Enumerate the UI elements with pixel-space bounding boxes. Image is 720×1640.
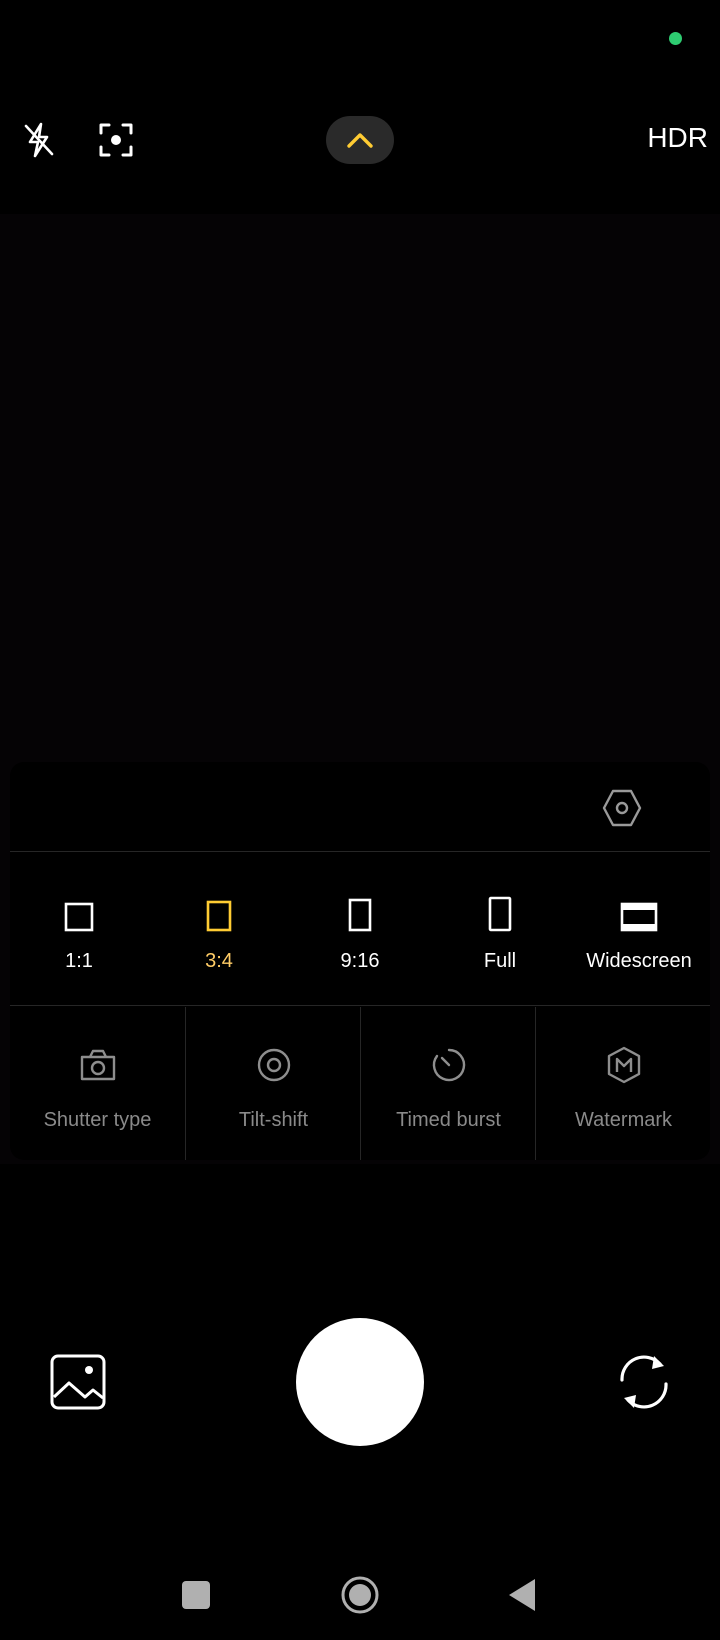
full-rect-icon bbox=[488, 896, 512, 932]
settings-button[interactable] bbox=[600, 786, 644, 830]
camera-icon bbox=[80, 1049, 115, 1081]
tool-watermark[interactable]: Watermark bbox=[536, 1007, 711, 1160]
ratio-option-9-16[interactable]: 9:16 bbox=[290, 880, 430, 980]
gallery-button[interactable] bbox=[48, 1352, 108, 1412]
tool-timed-burst[interactable]: Timed burst bbox=[361, 1007, 536, 1160]
tool-shutter-type[interactable]: Shutter type bbox=[10, 1007, 185, 1160]
timer-icon bbox=[432, 1048, 465, 1082]
watermark-m-icon bbox=[607, 1046, 640, 1084]
ratio-label: 9:16 bbox=[340, 950, 380, 972]
gallery-icon bbox=[50, 1354, 106, 1410]
hexagon-settings-icon bbox=[602, 789, 642, 827]
triangle-back-icon bbox=[509, 1579, 535, 1611]
flip-camera-button[interactable] bbox=[612, 1350, 676, 1414]
tool-label: Watermark bbox=[574, 1109, 673, 1131]
ratio-option-widescreen[interactable]: Widescreen bbox=[569, 880, 709, 980]
tall-rect-icon bbox=[348, 898, 372, 932]
tilt-shift-icon bbox=[257, 1048, 290, 1082]
ratio-label: Full bbox=[483, 950, 517, 972]
ratio-option-full[interactable]: Full bbox=[430, 880, 570, 980]
ratio-option-3-4[interactable]: 3:4 bbox=[149, 880, 289, 980]
tool-label: Tilt-shift bbox=[238, 1109, 309, 1131]
expand-panel-button[interactable] bbox=[326, 116, 394, 164]
flip-camera-icon bbox=[620, 1355, 668, 1409]
nav-recents-button[interactable] bbox=[174, 1573, 218, 1617]
flash-toggle-button[interactable] bbox=[17, 118, 61, 162]
square-icon bbox=[64, 902, 94, 932]
focus-mode-button[interactable] bbox=[94, 118, 138, 162]
panel-divider bbox=[10, 1005, 710, 1006]
chevron-up-icon bbox=[347, 133, 373, 148]
nav-home-button[interactable] bbox=[338, 1573, 382, 1617]
portrait-rect-icon bbox=[206, 900, 232, 932]
tool-label: Shutter type bbox=[43, 1109, 152, 1131]
ratio-label: Widescreen bbox=[586, 950, 692, 972]
ratio-label: 1:1 bbox=[65, 950, 93, 972]
widescreen-icon bbox=[620, 902, 658, 932]
shutter-button[interactable] bbox=[296, 1318, 424, 1446]
nav-back-button[interactable] bbox=[500, 1573, 544, 1617]
hdr-toggle[interactable]: HDR bbox=[647, 122, 708, 154]
ratio-option-1-1[interactable]: 1:1 bbox=[9, 880, 149, 980]
tool-tilt-shift[interactable]: Tilt-shift bbox=[186, 1007, 361, 1160]
tool-label: Timed burst bbox=[396, 1109, 501, 1131]
scan-focus-icon bbox=[99, 123, 133, 157]
ratio-label: 3:4 bbox=[205, 950, 233, 972]
square-nav-icon bbox=[182, 1581, 210, 1609]
panel-divider bbox=[10, 851, 710, 852]
status-indicator-dot bbox=[669, 32, 682, 45]
flash-off-icon bbox=[24, 122, 54, 158]
circle-nav-icon bbox=[341, 1576, 379, 1614]
